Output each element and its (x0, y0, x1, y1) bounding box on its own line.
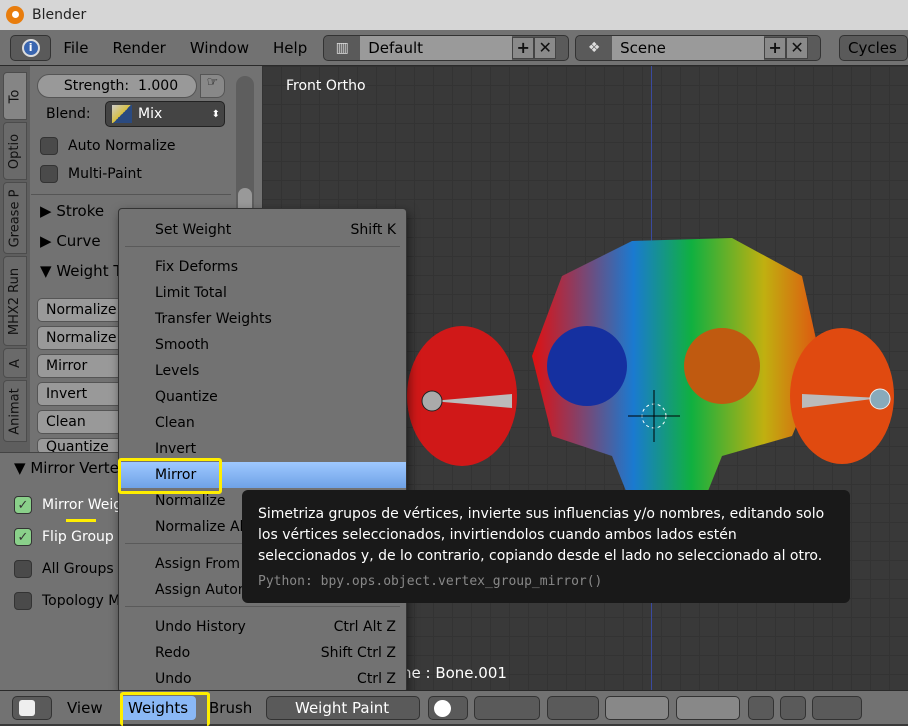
menu-item-shortcut: Shift K (350, 222, 396, 238)
menu-item-label: Normalize All (155, 519, 248, 535)
render-buttons[interactable] (812, 696, 862, 720)
menu-item-shortcut: Ctrl Alt Z (333, 619, 396, 635)
editor-type-button[interactable] (12, 696, 52, 720)
scene-name[interactable]: Scene (612, 35, 765, 60)
menu-file[interactable]: File (63, 39, 88, 57)
layout-icon: ▥ (335, 39, 349, 56)
menu-help[interactable]: Help (273, 39, 307, 57)
menu-item-set-weight[interactable]: Set Weight Shift K (119, 217, 406, 243)
blend-label: Blend: (46, 106, 91, 122)
title-bar: Blender (0, 0, 908, 30)
mirror-tooltip: Simetriza grupos de vértices, invierte s… (242, 490, 850, 603)
menu-item-label: Quantize (155, 389, 218, 405)
strength-slider[interactable]: Strength: 1.000 (37, 74, 197, 98)
add-scene-button[interactable]: + (764, 36, 787, 59)
annotation-underline (66, 519, 96, 522)
menu-item-label: Undo (155, 671, 192, 687)
menu-item-label: Smooth (155, 337, 210, 353)
scene-selector[interactable]: ❖ Scene + ✕ (575, 34, 821, 61)
tab-tools[interactable]: To (3, 72, 27, 120)
blend-select[interactable]: Mix ⬍ (105, 101, 225, 127)
menu-item-label: Fix Deforms (155, 259, 238, 275)
annotation-mirror-highlight (118, 458, 222, 494)
remove-layout-button[interactable]: ✕ (534, 36, 557, 59)
layout-name[interactable]: Default (360, 35, 513, 60)
menu-item-label: Redo (155, 645, 191, 661)
render-engine-selector[interactable]: Cycles (839, 34, 908, 61)
curve-panel-header[interactable]: ▶ Curve (40, 232, 101, 250)
menu-item-limit-total[interactable]: Limit Total (119, 280, 406, 306)
menu-item-label: Normalize (155, 493, 226, 509)
blend-icon (112, 105, 132, 123)
tooltip-description: Simetriza grupos de vértices, invierte s… (258, 506, 825, 564)
menu-item-quantize[interactable]: Quantize (119, 384, 406, 410)
mode-selector[interactable]: Weight Paint (266, 696, 420, 720)
tab-grease-pencil[interactable]: Grease P (3, 182, 27, 254)
menu-brush[interactable]: Brush (209, 696, 252, 720)
stroke-panel-header[interactable]: ▶ Stroke (40, 202, 104, 220)
pivot-selector[interactable] (474, 696, 540, 720)
info-icon: i (21, 38, 40, 57)
layers-grid-2[interactable] (676, 696, 740, 720)
cube-icon (19, 700, 35, 716)
mask-buttons[interactable] (547, 696, 599, 720)
pressure-icon[interactable]: ☞ (200, 74, 225, 98)
menu-item-label: Invert (155, 441, 197, 457)
menu-item-transfer-weights[interactable]: Transfer Weights (119, 306, 406, 332)
remove-scene-button[interactable]: ✕ (786, 36, 809, 59)
menu-item-clean[interactable]: Clean (119, 410, 406, 436)
menu-item-undo[interactable]: Undo Ctrl Z (119, 666, 406, 692)
add-layout-button[interactable]: + (512, 36, 535, 59)
menu-item-label: Set Weight (155, 222, 232, 238)
menu-item-undo-history[interactable]: Undo History Ctrl Alt Z (119, 614, 406, 640)
all-groups-checkbox[interactable]: All Groups (14, 560, 114, 578)
scene-icon: ❖ (587, 39, 601, 56)
menu-item-redo[interactable]: Redo Shift Ctrl Z (119, 640, 406, 666)
layout-selector[interactable]: ▥ Default + ✕ (323, 34, 570, 61)
shading-selector[interactable] (428, 696, 468, 720)
menu-window[interactable]: Window (190, 39, 249, 57)
multi-paint-checkbox[interactable]: Multi-Paint (40, 165, 142, 183)
menu-item-label: Clean (155, 415, 195, 431)
menu-item-shortcut: Ctrl Z (357, 671, 396, 687)
annotation-weights-highlight (120, 692, 210, 726)
sphere-icon (434, 700, 451, 717)
tab-animation[interactable]: Animat (3, 380, 27, 442)
lock-layers-icon[interactable] (748, 696, 774, 720)
menu-render[interactable]: Render (112, 39, 165, 57)
tab-a[interactable]: A (3, 348, 27, 378)
menu-separator (125, 606, 400, 607)
window-title: Blender (32, 7, 87, 23)
tab-options[interactable]: Optio (3, 122, 27, 180)
menu-item-shortcut: Shift Ctrl Z (320, 645, 396, 661)
menu-item-fix-deforms[interactable]: Fix Deforms (119, 254, 406, 280)
tool-shelf-tabs: To Optio Grease P MHX2 Run A Animat (0, 66, 30, 456)
tab-mhx2-run[interactable]: MHX2 Run (3, 256, 27, 346)
menu-separator (125, 246, 400, 247)
menu-item-label: Undo History (155, 619, 246, 635)
weights-menu: Set Weight Shift K Fix Deforms Limit Total T… (118, 208, 407, 693)
tooltip-python: Python: bpy.ops.object.vertex_group_mirr… (258, 574, 603, 589)
editor-type-button[interactable]: i (10, 34, 52, 61)
menu-item-label: Limit Total (155, 285, 227, 301)
menu-item-label: Transfer Weights (155, 311, 272, 327)
info-header: i File Render Window Help ▥ Default + ✕ … (0, 30, 908, 66)
auto-normalize-checkbox[interactable]: Auto Normalize (40, 137, 175, 155)
menu-view[interactable]: View (67, 696, 103, 720)
view-label: Front Ortho (286, 78, 366, 94)
layers-grid-1[interactable] (605, 696, 669, 720)
menu-item-label: Levels (155, 363, 200, 379)
active-bone-label: ne : Bone.001 (402, 664, 507, 682)
menu-item-smooth[interactable]: Smooth (119, 332, 406, 358)
menu-item-levels[interactable]: Levels (119, 358, 406, 384)
blender-logo-icon (6, 6, 24, 24)
snap-icon[interactable] (780, 696, 806, 720)
